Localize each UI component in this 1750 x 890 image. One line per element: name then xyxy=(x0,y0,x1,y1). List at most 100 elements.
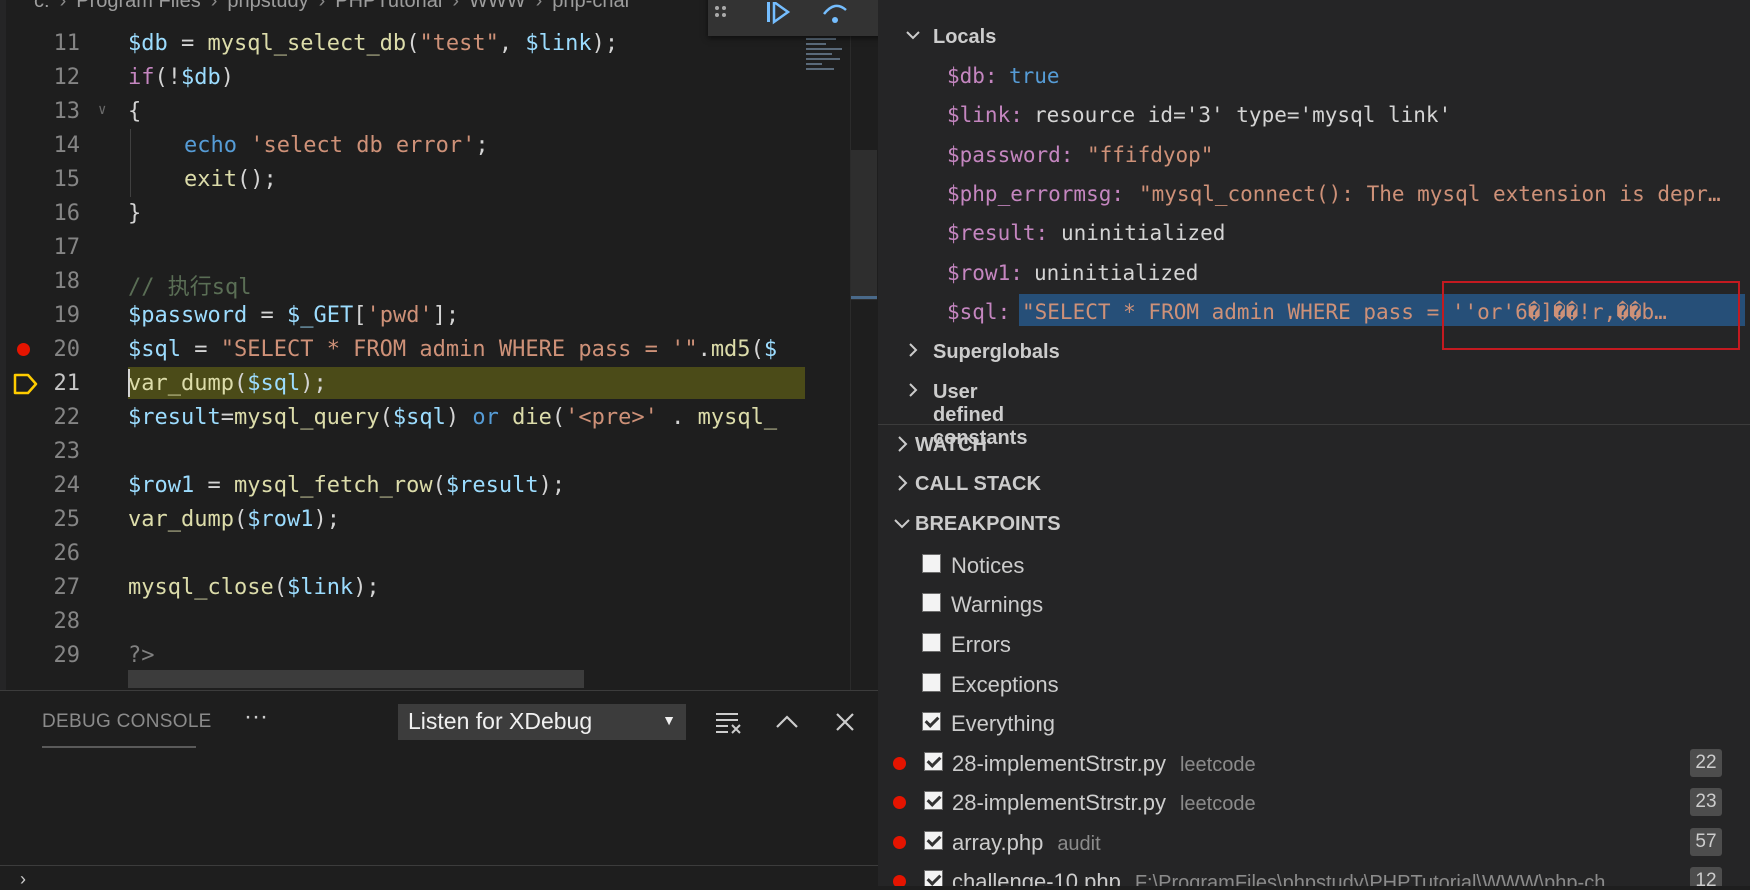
breakpoint-enabled-checkbox[interactable] xyxy=(924,831,943,850)
line-number: 20 xyxy=(53,337,81,362)
breakpoint-enabled-checkbox[interactable] xyxy=(924,752,943,771)
line-code: { xyxy=(128,99,142,124)
code-line[interactable]: 19 $password = $_GET['pwd']; xyxy=(0,299,806,333)
code-line[interactable]: 14 echo 'select db error'; xyxy=(0,129,806,163)
warnings-checkbox[interactable] xyxy=(922,593,941,612)
variables-view[interactable]: Locals $db: true $link: resource id='3' … xyxy=(878,0,1750,449)
code-line[interactable]: 12 if(!$db) xyxy=(0,61,806,95)
variable-value: "ffifdyop" xyxy=(1087,143,1214,167)
variable-row[interactable]: $link: resource id='3' type='mysql link' xyxy=(878,94,1750,133)
code-line[interactable]: 16 } xyxy=(0,197,806,231)
line-code: ?> xyxy=(128,643,155,668)
variable-value: resource id='3' type='mysql link' xyxy=(1034,103,1452,127)
file-breakpoint-row[interactable]: 28-implementStrstr.py leetcode 22 xyxy=(878,744,1750,784)
drag-handle-icon[interactable] xyxy=(712,2,730,32)
variable-row[interactable]: $result: uninitialized xyxy=(878,212,1750,251)
breakpoint-enabled-checkbox[interactable] xyxy=(924,870,943,886)
breadcrumb-item[interactable]: Program Files xyxy=(76,0,200,12)
breadcrumb: c: › Program Files › phpstudy › PHPTutorial › WW… xyxy=(34,0,629,13)
file-breakpoint-row[interactable]: 28-implementStrstr.py leetcode 23 xyxy=(878,783,1750,823)
call-stack-section-header[interactable]: CALL STACK xyxy=(878,464,1750,504)
line-number: 28 xyxy=(53,609,81,634)
fold-chevron-icon[interactable]: ∨ xyxy=(98,102,106,118)
current-execution-line[interactable]: 21 var_dump($sql); xyxy=(0,367,806,401)
line-code: } xyxy=(128,201,142,226)
minimap[interactable] xyxy=(806,38,846,78)
breakpoint-folder: F:\ProgramFiles\phpstudy\PHPTutorial\WWW… xyxy=(1134,872,1622,886)
exception-breakpoint-row[interactable]: Everything xyxy=(878,704,1750,744)
minimap-line xyxy=(806,38,836,40)
variable-value: "mysql_connect(): The mysql extension is… xyxy=(1139,182,1721,206)
breakpoint-folder: leetcode xyxy=(1179,754,1256,776)
minimap-line xyxy=(806,68,834,70)
variable-row[interactable]: $php_errormsg: "mysql_connect(): The mys… xyxy=(878,173,1750,212)
clear-console-icon[interactable] xyxy=(714,709,744,735)
watch-section-header[interactable]: WATCH xyxy=(878,424,1750,465)
breakpoint-dot-icon xyxy=(893,875,906,886)
step-over-icon[interactable] xyxy=(820,2,850,32)
everything-checkbox[interactable] xyxy=(922,712,941,731)
variable-name: $result: xyxy=(947,221,1049,245)
code-line[interactable]: 17 xyxy=(0,231,806,265)
code-editor[interactable]: c: › Program Files › phpstudy › PHPTutorial › WW… xyxy=(0,0,878,690)
breadcrumb-item[interactable]: WWW xyxy=(469,0,526,12)
code-line[interactable]: 25 var_dump($row1); xyxy=(0,503,806,537)
chevron-right-icon xyxy=(898,436,908,452)
exception-breakpoint-row[interactable]: Exceptions xyxy=(878,665,1750,705)
line-number: 23 xyxy=(53,439,81,464)
exception-breakpoint-row[interactable]: Errors xyxy=(878,625,1750,665)
vertical-scrollbar[interactable] xyxy=(850,0,879,690)
exception-breakpoint-row[interactable]: Warnings xyxy=(878,585,1750,625)
exceptions-checkbox[interactable] xyxy=(922,673,941,692)
launch-config-select[interactable]: Listen for XDebug ▼ xyxy=(398,704,686,740)
breakpoint-line-badge: 22 xyxy=(1690,749,1722,777)
code-line[interactable]: 28 xyxy=(0,605,806,639)
vertical-scrollbar-thumb[interactable] xyxy=(851,150,877,300)
breadcrumb-item[interactable]: c: xyxy=(34,0,50,12)
variable-row[interactable]: $password: "ffifdyop" xyxy=(878,134,1750,173)
code-line[interactable]: 26 xyxy=(0,537,806,571)
notices-checkbox[interactable] xyxy=(922,554,941,573)
more-actions-button[interactable]: ··· xyxy=(244,703,268,731)
horizontal-scrollbar[interactable] xyxy=(128,670,584,688)
code-line[interactable]: 18 // 执行sql xyxy=(0,265,806,300)
continue-icon[interactable] xyxy=(764,2,794,32)
annotation-highlight-box xyxy=(1442,281,1740,350)
breakpoint-file: challenge-10.php xyxy=(952,869,1121,886)
section-title: BREAKPOINTS xyxy=(915,513,1061,535)
breakpoint-enabled-checkbox[interactable] xyxy=(924,791,943,810)
code-line[interactable]: 20 $sql = "SELECT * FROM admin WHERE pas… xyxy=(0,333,806,367)
line-number: 22 xyxy=(53,405,81,430)
breadcrumb-item[interactable]: php-chal xyxy=(552,0,629,12)
close-panel-icon[interactable] xyxy=(830,709,860,735)
chevron-down-icon xyxy=(894,519,910,529)
code-line[interactable]: 13 ∨ { xyxy=(0,95,806,129)
variable-row[interactable]: $db: true xyxy=(878,55,1750,94)
console-input-prompt[interactable]: › xyxy=(20,869,26,890)
chevron-right-icon xyxy=(909,343,918,357)
breakpoint-label: Warnings xyxy=(951,592,1044,617)
breadcrumb-item[interactable]: PHPTutorial xyxy=(335,0,442,12)
breakpoints-section-header[interactable]: BREAKPOINTS xyxy=(878,504,1750,544)
file-breakpoint-row[interactable]: array.php audit 57 xyxy=(878,823,1750,863)
variable-name: $sql: xyxy=(947,300,1011,324)
code-line[interactable]: 22 $result=mysql_query($sql) or die('<pr… xyxy=(0,401,806,435)
variable-value: uninitialized xyxy=(1034,261,1199,285)
code-lines[interactable]: 11 $db = mysql_select_db("test", $link);… xyxy=(0,27,806,673)
errors-checkbox[interactable] xyxy=(922,633,941,652)
code-line[interactable]: 27 mysql_close($link); xyxy=(0,571,806,605)
code-line[interactable]: 24 $row1 = mysql_fetch_row($result); xyxy=(0,469,806,503)
breakpoint-dot-icon[interactable] xyxy=(17,343,30,356)
maximize-panel-icon[interactable] xyxy=(772,709,802,735)
tab-debug-console[interactable]: DEBUG CONSOLE xyxy=(42,711,212,733)
exception-breakpoint-row[interactable]: Notices xyxy=(878,546,1750,586)
breakpoint-label: Notices xyxy=(951,553,1025,578)
code-line[interactable]: 11 $db = mysql_select_db("test", $link); xyxy=(0,27,806,61)
code-line[interactable]: 29 ?> xyxy=(0,639,806,673)
breadcrumb-item[interactable]: phpstudy xyxy=(227,0,308,12)
code-line[interactable]: 15 exit(); xyxy=(0,163,806,197)
file-breakpoint-row[interactable]: challenge-10.php F:\ProgramFiles\phpstudy… xyxy=(878,862,1750,886)
breakpoint-folder: audit xyxy=(1057,833,1101,855)
code-line[interactable]: 23 xyxy=(0,435,806,469)
console-input-divider xyxy=(0,865,878,866)
